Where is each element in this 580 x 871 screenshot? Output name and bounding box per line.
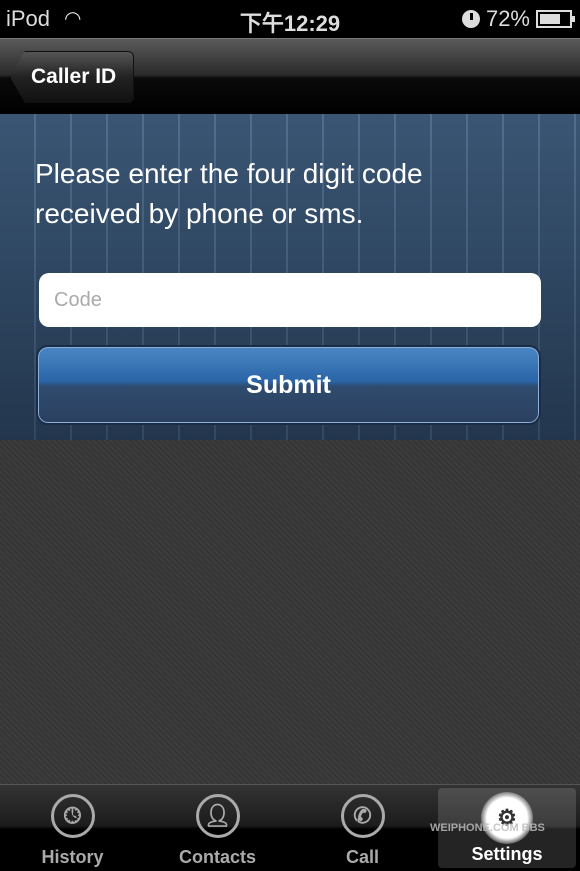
navigation-bar: Caller ID — [0, 38, 580, 114]
linen-background — [0, 440, 580, 784]
battery-icon — [536, 10, 575, 28]
tab-history[interactable]: 🕓︎ History — [0, 785, 145, 871]
tab-contacts[interactable]: 👤︎ Contacts — [145, 785, 290, 871]
watermark: WEIPHONE.COM BBS — [430, 822, 545, 834]
back-button[interactable]: Caller ID — [10, 51, 134, 103]
status-bar: iPod ◠ 下午12:29 72% — [0, 0, 580, 38]
submit-button[interactable]: Submit — [36, 345, 541, 425]
instruction-text: Please enter the four digit code receive… — [35, 158, 423, 229]
tab-label: History — [41, 847, 104, 867]
clock-icon: 🕓︎ — [50, 794, 95, 838]
alarm-clock-icon — [461, 10, 480, 28]
gear-icon: ⚙ — [481, 792, 533, 844]
tab-label: Call — [345, 847, 379, 867]
code-entry-panel: Please enter the four digit code receive… — [0, 114, 580, 440]
tab-label: Settings — [471, 844, 543, 864]
battery-percent: 72% — [485, 6, 530, 31]
tab-label: Contacts — [178, 847, 256, 867]
phone-icon: ✆ — [340, 794, 385, 838]
tab-call[interactable]: ✆ Call — [290, 785, 435, 871]
person-icon: 👤︎ — [195, 794, 240, 838]
code-input[interactable] — [39, 273, 541, 327]
